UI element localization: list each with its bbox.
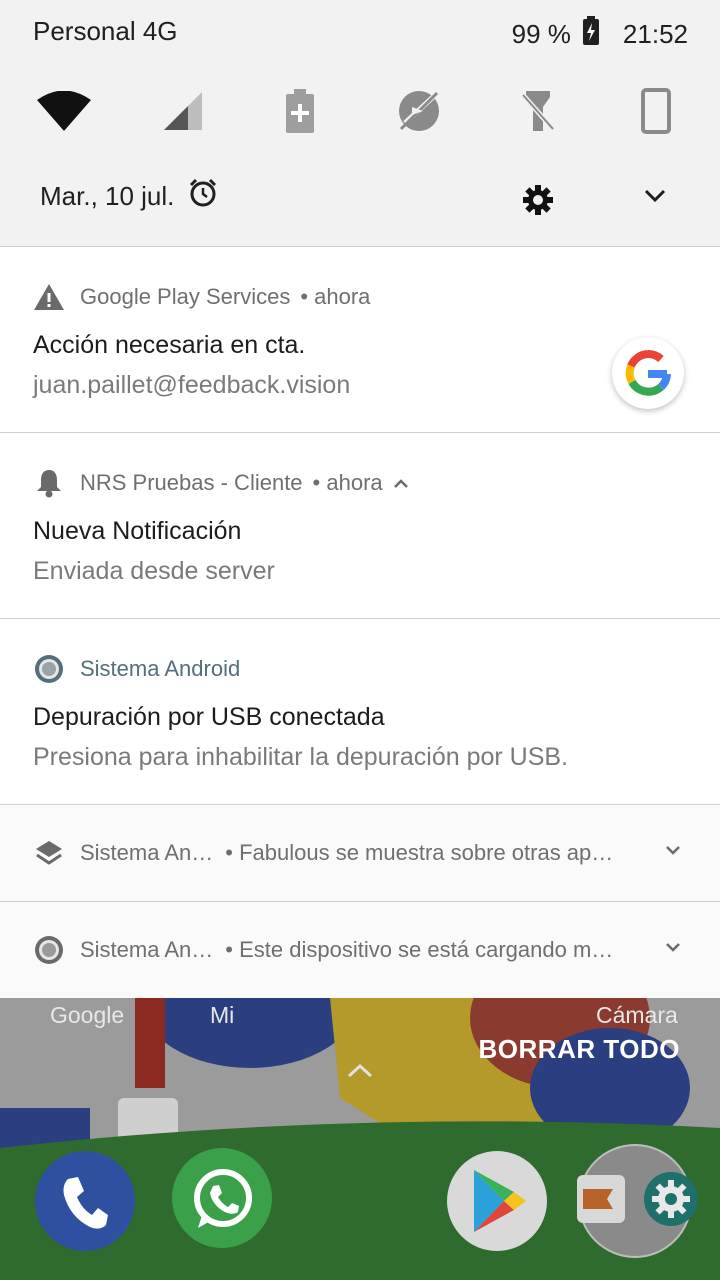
camera-app-icon[interactable] — [577, 1175, 625, 1228]
notification-text: • Este dispositivo se está cargando m… — [225, 937, 614, 962]
carrier-label: Personal 4G — [33, 16, 178, 46]
expand-chevron-icon[interactable] — [664, 843, 682, 861]
notification-title: Acción necesaria en cta. — [33, 331, 306, 359]
notification-time: • ahora — [300, 284, 371, 309]
notification-app-name: NRS Pruebas - Cliente — [80, 470, 303, 495]
android-system-icon — [33, 934, 65, 966]
bell-icon — [33, 467, 65, 499]
notification-header: Google Play Services • ahora — [33, 281, 370, 313]
battery-percent: 99 % — [511, 19, 571, 49]
flashlight-off-icon[interactable] — [505, 78, 571, 144]
play-store-icon[interactable] — [470, 1168, 530, 1239]
signal-icon[interactable] — [150, 78, 216, 144]
notification-collapsed-overlay[interactable]: Sistema An… • Fabulous se muestra sobre … — [0, 804, 720, 901]
phone-icon[interactable] — [60, 1175, 110, 1236]
notification-app-name: Sistema An… — [80, 840, 214, 865]
android-system-icon — [33, 653, 65, 685]
notification-text: Presiona para inhabilitar la depuración … — [33, 743, 569, 771]
alarm-icon[interactable] — [188, 178, 218, 215]
expand-chevron-icon[interactable] — [664, 940, 682, 958]
date-row: Mar., 10 jul. — [40, 178, 218, 215]
notification-text: juan.paillet@feedback.vision — [33, 371, 351, 399]
clock: 21:52 — [622, 19, 688, 49]
wifi-icon[interactable] — [31, 78, 97, 144]
notification-app-name: Google Play Services — [80, 284, 291, 309]
home-label-mi: Mi — [210, 1002, 235, 1028]
status-right: 99 % 21:52 — [512, 16, 688, 53]
notification-time: • ahora — [312, 470, 383, 495]
notification-google-play[interactable]: Google Play Services • ahora Acción nece… — [0, 246, 720, 433]
google-logo-icon — [612, 337, 684, 409]
notification-app-name: Sistema An… — [80, 937, 214, 962]
collapsed-row: Sistema An… • Fabulous se muestra sobre … — [33, 805, 613, 901]
settings-app-icon[interactable] — [642, 1170, 700, 1233]
rotation-icon[interactable] — [623, 78, 689, 144]
home-label-google: Google — [50, 1002, 125, 1028]
app-drawer-chevron-icon[interactable] — [346, 1062, 374, 1085]
date-label: Mar., 10 jul. — [40, 181, 175, 211]
battery-charging-icon — [581, 16, 601, 53]
notification-nrs[interactable]: NRS Pruebas - Cliente • ahora Nueva Noti… — [0, 432, 720, 619]
home-label-camera: Cámara — [596, 1002, 678, 1028]
clear-all-button[interactable]: BORRAR TODO — [479, 1034, 680, 1065]
quick-settings-row — [0, 78, 720, 144]
notification-app-name: Sistema Android — [80, 656, 241, 681]
notification-title: Nueva Notificación — [33, 517, 242, 545]
notification-text: • Fabulous se muestra sobre otras ap… — [225, 840, 614, 865]
location-off-icon[interactable] — [386, 78, 452, 144]
battery-saver-icon[interactable] — [267, 78, 333, 144]
notification-text: Enviada desde server — [33, 557, 275, 585]
collapse-chevron-icon[interactable] — [393, 470, 409, 496]
notification-collapsed-charging[interactable]: Sistema An… • Este dispositivo se está c… — [0, 901, 720, 998]
notification-title: Depuración por USB conectada — [33, 703, 385, 731]
settings-gear-icon[interactable] — [522, 184, 554, 221]
collapsed-row: Sistema An… • Este dispositivo se está c… — [33, 902, 613, 998]
notification-header: NRS Pruebas - Cliente • ahora — [33, 467, 409, 499]
whatsapp-icon[interactable] — [190, 1166, 256, 1237]
notification-usb-debugging[interactable]: Sistema Android Depuración por USB conec… — [0, 618, 720, 805]
expand-chevron-icon[interactable] — [643, 188, 667, 209]
warning-icon — [33, 281, 65, 313]
notification-header: Sistema Android — [33, 653, 240, 685]
layers-icon — [33, 837, 65, 869]
